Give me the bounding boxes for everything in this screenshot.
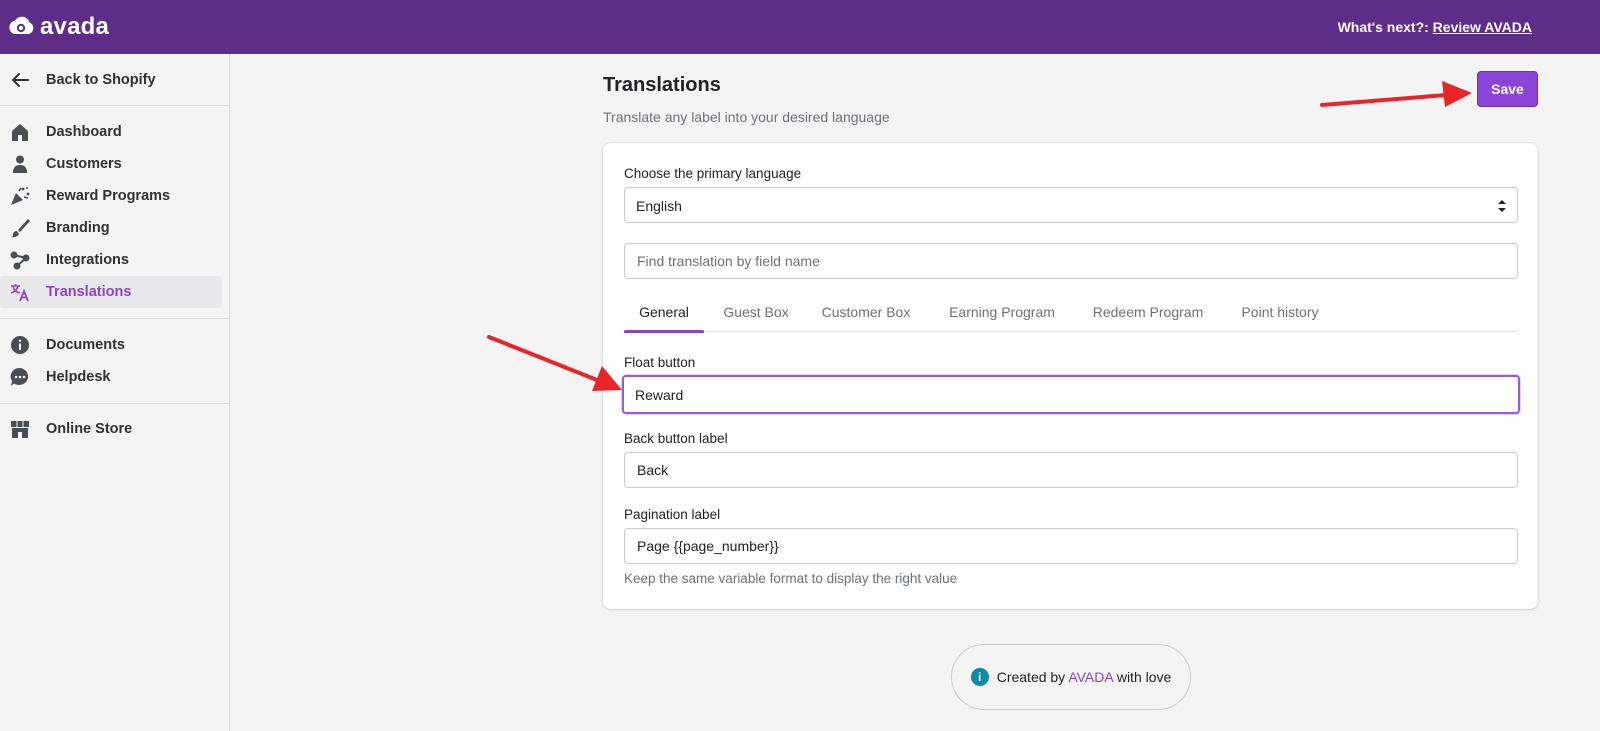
search-translation-input[interactable]: [624, 243, 1518, 279]
tab-guest-box[interactable]: Guest Box: [712, 292, 800, 332]
pagination-input[interactable]: [624, 528, 1518, 564]
translate-icon: [10, 284, 29, 302]
sidebar-item-label: Online Store: [46, 421, 133, 437]
float-button-input[interactable]: [622, 375, 1520, 414]
store-icon: [11, 421, 29, 438]
sidebar-item-helpdesk[interactable]: Helpdesk: [0, 361, 222, 393]
whats-next-label: What's next?:: [1337, 19, 1429, 35]
primary-language-label: Choose the primary language: [624, 166, 802, 181]
info-icon: i: [970, 668, 989, 686]
tab-point-history[interactable]: Point history: [1224, 292, 1336, 332]
avada-link[interactable]: AVADA: [1068, 669, 1113, 685]
tab-redeem-program[interactable]: Redeem Program: [1082, 292, 1214, 332]
paintbrush-icon: [11, 219, 30, 238]
help-text: Keep the same variable format to display…: [624, 571, 958, 586]
logo-text: avada: [40, 13, 110, 40]
sidebar-item-branding[interactable]: Branding: [0, 212, 222, 244]
person-icon: [13, 155, 27, 173]
sidebar-item-label: Integrations: [46, 252, 129, 268]
back-to-shopify-link[interactable]: Back to Shopify: [0, 64, 222, 96]
sidebar-item-label: Translations: [46, 284, 132, 300]
sidebar-item-label: Customers: [46, 156, 122, 172]
sidebar-item-label: Helpdesk: [46, 369, 111, 385]
confetti-icon: [11, 187, 30, 205]
translation-tabs: General Guest Box Customer Box Earning P…: [624, 292, 1518, 333]
back-button-input[interactable]: [624, 452, 1518, 488]
pagination-label: Pagination label: [624, 507, 721, 522]
chat-icon: [10, 367, 29, 386]
back-button-label: Back button label: [624, 431, 728, 446]
home-icon: [12, 124, 28, 141]
nodes-icon: [10, 251, 30, 270]
footer-prefix: Created by: [996, 669, 1066, 685]
sidebar-item-dashboard[interactable]: Dashboard: [0, 116, 222, 148]
sidebar-item-reward-programs[interactable]: Reward Programs: [0, 180, 222, 212]
page-title: Translations: [603, 74, 721, 96]
sidebar-item-label: Dashboard: [46, 124, 122, 140]
sidebar-divider: [0, 403, 229, 404]
sidebar-item-online-store[interactable]: Online Store: [0, 413, 222, 445]
save-button[interactable]: Save: [1477, 71, 1538, 107]
page-subtitle: Translate any label into your desired la…: [603, 109, 890, 125]
sidebar-item-integrations[interactable]: Integrations: [0, 244, 222, 276]
footer-text: Created by AVADA with love: [997, 669, 1172, 685]
sidebar-item-documents[interactable]: Documents: [0, 329, 222, 361]
back-to-shopify-label: Back to Shopify: [46, 72, 156, 88]
footer-suffix: with love: [1116, 669, 1172, 685]
review-avada-link[interactable]: Review AVADA: [1433, 19, 1532, 35]
sidebar-divider: [0, 105, 229, 106]
info-icon: [11, 336, 29, 354]
top-bar: avada What's next?: Review AVADA: [0, 0, 1600, 54]
tab-earning-program[interactable]: Earning Program: [932, 292, 1072, 332]
whats-next: What's next?: Review AVADA: [1338, 19, 1532, 35]
float-button-label: Float button: [624, 355, 696, 370]
avada-logo-icon: [9, 16, 34, 34]
sidebar: Back to Shopify Dashboard Customers Rewa…: [0, 54, 230, 731]
tab-customer-box[interactable]: Customer Box: [810, 292, 922, 332]
tab-general[interactable]: General: [624, 292, 704, 333]
annotation-arrow-save: [1320, 81, 1472, 107]
sidebar-item-label: Branding: [46, 220, 110, 236]
select-caret-icon: [1498, 200, 1506, 212]
arrow-left-icon: [12, 73, 29, 87]
avada-logo[interactable]: avada: [6, 12, 109, 42]
sidebar-item-label: Reward Programs: [46, 188, 171, 204]
primary-language-select[interactable]: English: [624, 187, 1518, 223]
sidebar-item-label: Documents: [46, 337, 125, 353]
primary-language-value: English: [636, 198, 682, 214]
sidebar-item-translations[interactable]: Translations: [0, 276, 222, 308]
sidebar-item-customers[interactable]: Customers: [0, 148, 222, 180]
footer-credit: i Created by AVADA with love: [951, 644, 1191, 710]
sidebar-divider: [0, 318, 229, 319]
